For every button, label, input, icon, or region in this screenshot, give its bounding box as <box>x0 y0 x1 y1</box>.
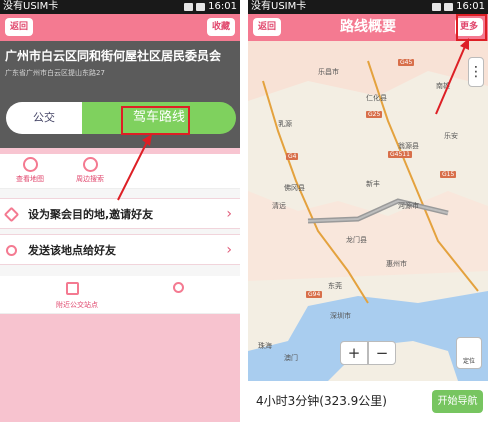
tools-row: 查看地图 周边搜索 <box>0 154 240 189</box>
zoom-in-label: + <box>347 344 361 362</box>
share-icon <box>6 245 17 256</box>
map-label: 佛冈县 <box>284 184 305 192</box>
road-badge: G25 <box>366 111 383 118</box>
start-navigation-button[interactable]: 开始导航 <box>432 390 483 413</box>
place-title: 广州市白云区同和街何屋社区居民委员会 <box>5 49 222 63</box>
left-phone-screen: 没有USIM卡 16:01 返回 收藏 广州市白云区同和街何屋社区居民委员会 广… <box>0 0 240 422</box>
map-label: 深圳市 <box>330 312 351 320</box>
map-label: 珠海 <box>258 342 272 350</box>
map-pin-icon <box>22 157 38 172</box>
locate-label: 定位 <box>462 358 475 365</box>
transit-label: 公交 <box>33 111 55 124</box>
chevron-right-icon: › <box>226 242 232 258</box>
diamond-icon <box>3 206 20 223</box>
set-meeting-destination-item[interactable]: 设为聚会目的地,邀请好友 › <box>0 198 240 229</box>
zoom-out-button[interactable]: − <box>368 341 396 365</box>
route-summary-bar: 4小时3分钟(323.9公里) 开始导航 <box>248 381 488 422</box>
more-highlight-box <box>456 14 487 41</box>
map-menu-dots-icon[interactable]: ⋮ <box>468 57 484 87</box>
bus-stop-icon <box>66 282 79 295</box>
send-location-label: 发送该地点给好友 <box>28 244 116 257</box>
title-bar: 返回 路线概要 更多 <box>248 14 488 41</box>
locate-button[interactable]: 定位 <box>456 337 482 369</box>
page-title: 路线概要 <box>340 19 396 35</box>
status-icons: 16:01 <box>432 0 485 14</box>
battery-icon <box>444 3 454 11</box>
back-button[interactable]: 返回 <box>5 18 34 36</box>
drive-route-highlight-box <box>121 106 190 135</box>
carrier-text: 没有USIM卡 <box>3 1 59 12</box>
place-address: 广东省广州市白云区提山东路27 <box>5 69 105 77</box>
view-map-button[interactable]: 查看地图 <box>0 154 60 189</box>
map-label: 乐安 <box>444 132 458 140</box>
route-map[interactable]: 乐昌市 仁化县 南雄 乳源 翁源县 新丰 清远 佛冈县 河源市 龙门县 惠州市 … <box>248 41 488 381</box>
road-badge: G4 <box>286 153 299 160</box>
transit-route-button[interactable]: 公交 <box>6 102 82 134</box>
radar-icon <box>82 157 98 172</box>
map-canvas <box>248 41 488 381</box>
nearby-stops-row[interactable]: 附近公交站点 <box>0 276 240 314</box>
clock: 16:01 <box>456 1 485 12</box>
nearby-stops-label: 附近公交站点 <box>56 301 98 309</box>
right-phone-screen: 没有USIM卡 16:01 返回 路线概要 更多 乐昌市 仁化县 南雄 乳源 翁… <box>248 0 488 422</box>
zoom-in-button[interactable]: + <box>340 341 368 365</box>
location-icon <box>173 282 184 293</box>
route-duration-distance: 4小时3分钟(323.9公里) <box>256 394 387 408</box>
nearby-search-button[interactable]: 周边搜索 <box>60 154 120 189</box>
zoom-out-label: − <box>375 344 389 362</box>
status-bar: 没有USIM卡 16:01 <box>248 0 488 14</box>
wifi-icon <box>184 3 194 11</box>
map-label: 乳源 <box>278 120 292 128</box>
chevron-right-icon: › <box>226 206 232 222</box>
road-badge: G45 <box>398 59 415 66</box>
map-label: 东莞 <box>328 282 342 290</box>
clock: 16:01 <box>208 1 237 12</box>
status-bar: 没有USIM卡 16:01 <box>0 0 240 14</box>
wifi-icon <box>432 3 442 11</box>
send-location-item[interactable]: 发送该地点给好友 › <box>0 234 240 265</box>
set-meeting-label: 设为聚会目的地,邀请好友 <box>28 208 154 221</box>
favorite-button[interactable]: 收藏 <box>206 18 235 36</box>
nearby-search-label: 周边搜索 <box>76 175 104 183</box>
place-info-panel: 广州市白云区同和街何屋社区居民委员会 广东省广州市白云区提山东路27 公交 驾车… <box>0 41 240 148</box>
map-label: 清远 <box>272 202 286 210</box>
road-badge: G94 <box>306 291 323 298</box>
map-label: 乐昌市 <box>318 68 339 76</box>
battery-icon <box>196 3 206 11</box>
map-label: 仁化县 <box>366 94 387 102</box>
carrier-text: 没有USIM卡 <box>251 1 307 12</box>
road-badge: G4511 <box>388 151 412 158</box>
title-bar: 返回 收藏 <box>0 14 240 41</box>
map-label: 南雄 <box>436 82 450 90</box>
map-label: 龙门县 <box>346 236 367 244</box>
view-map-label: 查看地图 <box>16 175 44 183</box>
map-label: 河源市 <box>398 202 419 210</box>
map-label: 翁源县 <box>398 142 419 150</box>
empty-area <box>0 314 240 422</box>
map-label: 澳门 <box>284 354 298 362</box>
status-icons: 16:01 <box>184 0 237 14</box>
road-badge: G15 <box>440 171 457 178</box>
map-label: 新丰 <box>366 180 380 188</box>
map-label: 惠州市 <box>386 260 407 268</box>
